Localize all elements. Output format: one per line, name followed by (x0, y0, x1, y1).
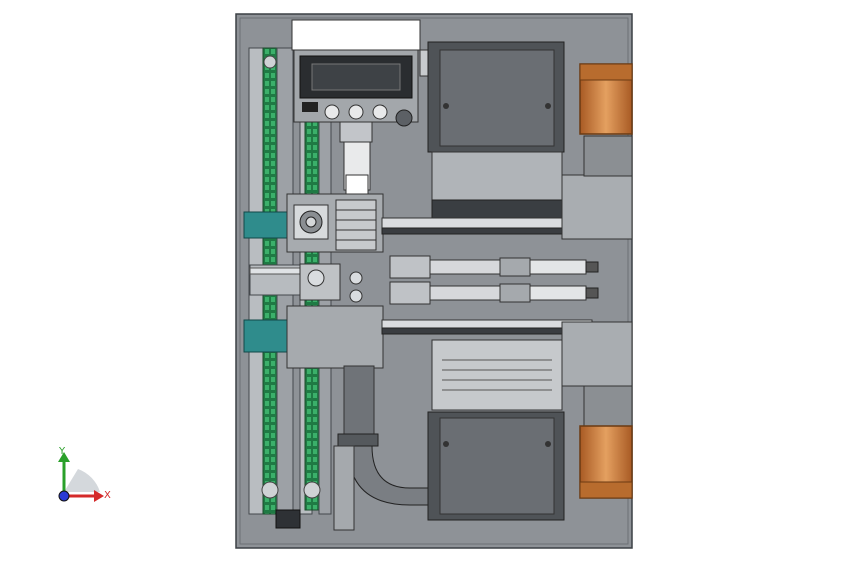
cad-viewport[interactable]: Y X (0, 0, 867, 562)
motor-lower[interactable] (579, 425, 633, 499)
carriage-upper[interactable] (243, 211, 291, 239)
lower-housing[interactable] (286, 305, 384, 369)
knob-3[interactable] (372, 104, 388, 120)
knob-2[interactable] (348, 104, 364, 120)
triad-y-label: Y (58, 446, 66, 457)
knob-1[interactable] (324, 104, 340, 120)
knob-4[interactable] (395, 109, 413, 127)
coordinate-triad: Y X (58, 446, 111, 502)
triad-x-label: X (104, 490, 111, 501)
lower-tray[interactable] (427, 339, 565, 521)
gearbox[interactable] (286, 193, 384, 253)
upper-tray[interactable] (427, 41, 565, 221)
bracket-upper[interactable] (561, 174, 633, 240)
bracket-lower[interactable] (561, 321, 633, 387)
model-canvas[interactable]: Y X (0, 0, 867, 562)
carriage-lower[interactable] (243, 319, 291, 353)
motor-upper[interactable] (579, 63, 633, 135)
